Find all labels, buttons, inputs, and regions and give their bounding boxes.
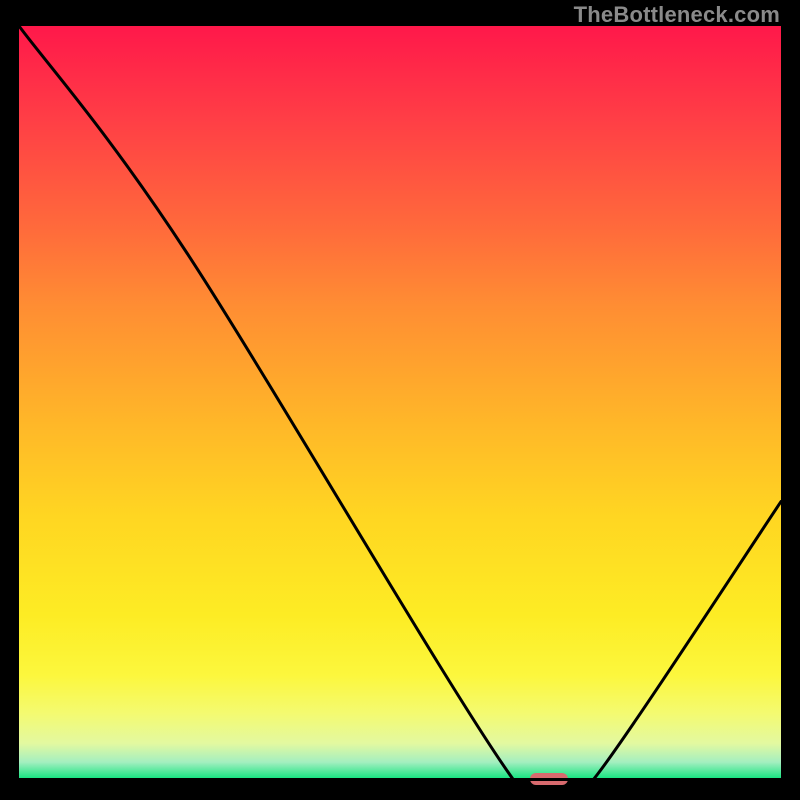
bottleneck-curve [19,26,781,781]
bottleneck-curve-path [19,26,781,781]
watermark-text: TheBottleneck.com [574,2,780,28]
chart-stage: TheBottleneck.com [0,0,800,800]
plot-area [19,26,781,781]
x-axis-baseline [19,778,781,781]
